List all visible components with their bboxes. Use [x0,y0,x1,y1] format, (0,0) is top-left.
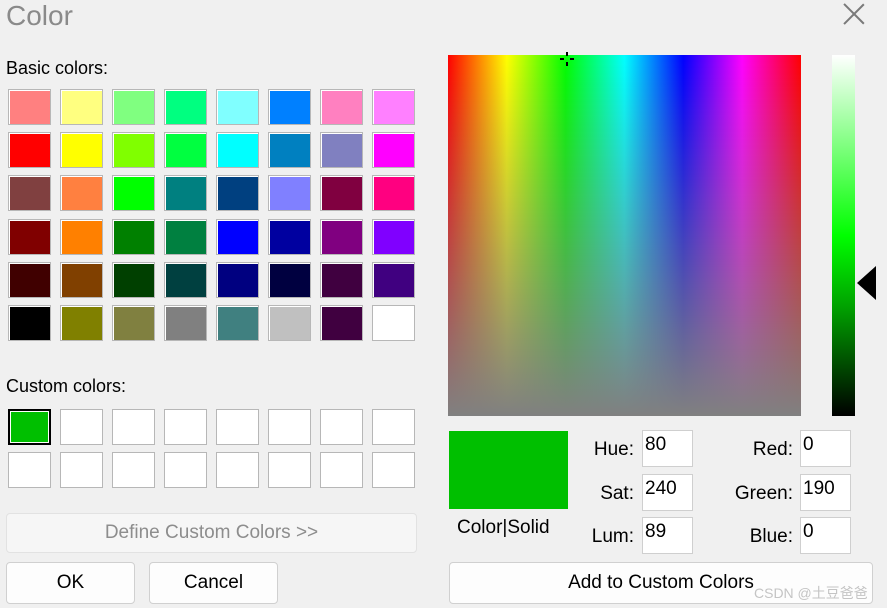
close-icon[interactable] [840,0,868,28]
basic-color-swatch[interactable] [216,175,259,212]
basic-color-swatch[interactable] [320,89,363,125]
basic-color-swatch[interactable] [112,305,155,341]
luminance-arrow-icon[interactable] [857,266,876,300]
basic-color-swatch[interactable] [268,305,311,341]
lum-input[interactable]: 89 [642,517,693,554]
basic-color-swatch[interactable] [164,261,207,298]
basic-color-swatch[interactable] [164,218,207,255]
custom-color-swatch[interactable] [372,409,415,445]
lum-label: Lum: [591,526,634,547]
custom-color-swatch[interactable] [60,452,103,488]
dialog-title: Color [6,0,73,31]
basic-color-swatch[interactable] [60,261,103,298]
red-label: Red: [752,439,793,460]
basic-color-swatch[interactable] [216,132,259,169]
hue-saturation-spectrum[interactable] [448,55,801,416]
hue-label: Hue: [593,439,634,460]
basic-color-swatch[interactable] [8,305,51,341]
basic-color-swatch[interactable] [112,132,155,169]
custom-color-swatch[interactable] [268,409,311,445]
basic-color-swatch[interactable] [320,218,363,255]
basic-color-swatch[interactable] [216,261,259,298]
watermark: CSDN @土豆爸爸 [754,585,868,601]
define-custom-colors-button[interactable]: Define Custom Colors >> [6,513,417,553]
color-solid-label: Color|Solid [457,517,550,538]
color-preview [449,431,568,509]
basic-color-swatch[interactable] [112,218,155,255]
basic-color-swatch[interactable] [164,305,207,341]
basic-color-swatch[interactable] [60,218,103,255]
custom-color-swatch[interactable] [60,409,103,445]
custom-color-swatch[interactable] [112,452,155,488]
basic-color-swatch[interactable] [372,305,415,341]
basic-color-swatch[interactable] [372,261,415,298]
custom-color-swatch[interactable] [268,452,311,488]
basic-color-swatch[interactable] [164,132,207,169]
basic-color-swatch[interactable] [320,175,363,212]
hue-input[interactable]: 80 [642,430,693,467]
basic-color-swatch[interactable] [268,132,311,169]
basic-color-swatch[interactable] [60,175,103,212]
custom-color-swatch[interactable] [372,452,415,488]
green-input[interactable]: 190 [800,474,851,511]
basic-color-swatch[interactable] [164,175,207,212]
custom-color-swatch[interactable] [8,409,51,445]
sat-label: Sat: [600,483,634,504]
cancel-button[interactable]: Cancel [149,562,278,604]
custom-colors-label: Custom colors: [6,376,127,396]
basic-color-swatch[interactable] [372,89,415,125]
basic-color-swatch[interactable] [112,261,155,298]
basic-color-swatch[interactable] [268,218,311,255]
basic-color-swatch[interactable] [268,261,311,298]
basic-color-swatch[interactable] [112,89,155,125]
basic-color-swatch[interactable] [216,218,259,255]
ok-button[interactable]: OK [6,562,135,604]
red-input[interactable]: 0 [800,430,851,467]
sat-input[interactable]: 240 [642,474,693,511]
basic-color-swatch[interactable] [372,175,415,212]
basic-color-swatch[interactable] [8,218,51,255]
basic-color-swatch[interactable] [216,305,259,341]
basic-color-swatch[interactable] [60,305,103,341]
basic-color-swatch[interactable] [216,89,259,125]
blue-label: Blue: [749,526,793,547]
basic-color-swatch[interactable] [60,132,103,169]
custom-color-swatch[interactable] [164,452,207,488]
crosshair-icon[interactable] [560,52,574,66]
custom-color-swatch[interactable] [8,452,51,488]
basic-color-swatch[interactable] [8,261,51,298]
basic-color-swatch[interactable] [164,89,207,125]
custom-color-swatch[interactable] [164,409,207,445]
basic-color-swatch[interactable] [320,132,363,169]
custom-color-swatch[interactable] [320,409,363,445]
basic-color-swatch[interactable] [320,305,363,341]
basic-color-swatch[interactable] [112,175,155,212]
basic-color-swatch[interactable] [8,175,51,212]
custom-color-swatch[interactable] [216,452,259,488]
basic-color-swatch[interactable] [268,175,311,212]
basic-colors-label: Basic colors: [6,58,109,78]
blue-input[interactable]: 0 [800,517,851,554]
basic-color-swatch[interactable] [8,89,51,125]
basic-color-swatch[interactable] [60,89,103,125]
custom-color-swatch[interactable] [320,452,363,488]
custom-color-swatch[interactable] [216,409,259,445]
green-label: Green: [734,483,793,504]
luminance-slider[interactable] [832,55,855,416]
basic-color-swatch[interactable] [8,132,51,169]
custom-color-swatch[interactable] [112,409,155,445]
basic-color-swatch[interactable] [372,132,415,169]
basic-color-swatch[interactable] [320,261,363,298]
basic-color-swatch[interactable] [372,218,415,255]
basic-color-swatch[interactable] [268,89,311,125]
